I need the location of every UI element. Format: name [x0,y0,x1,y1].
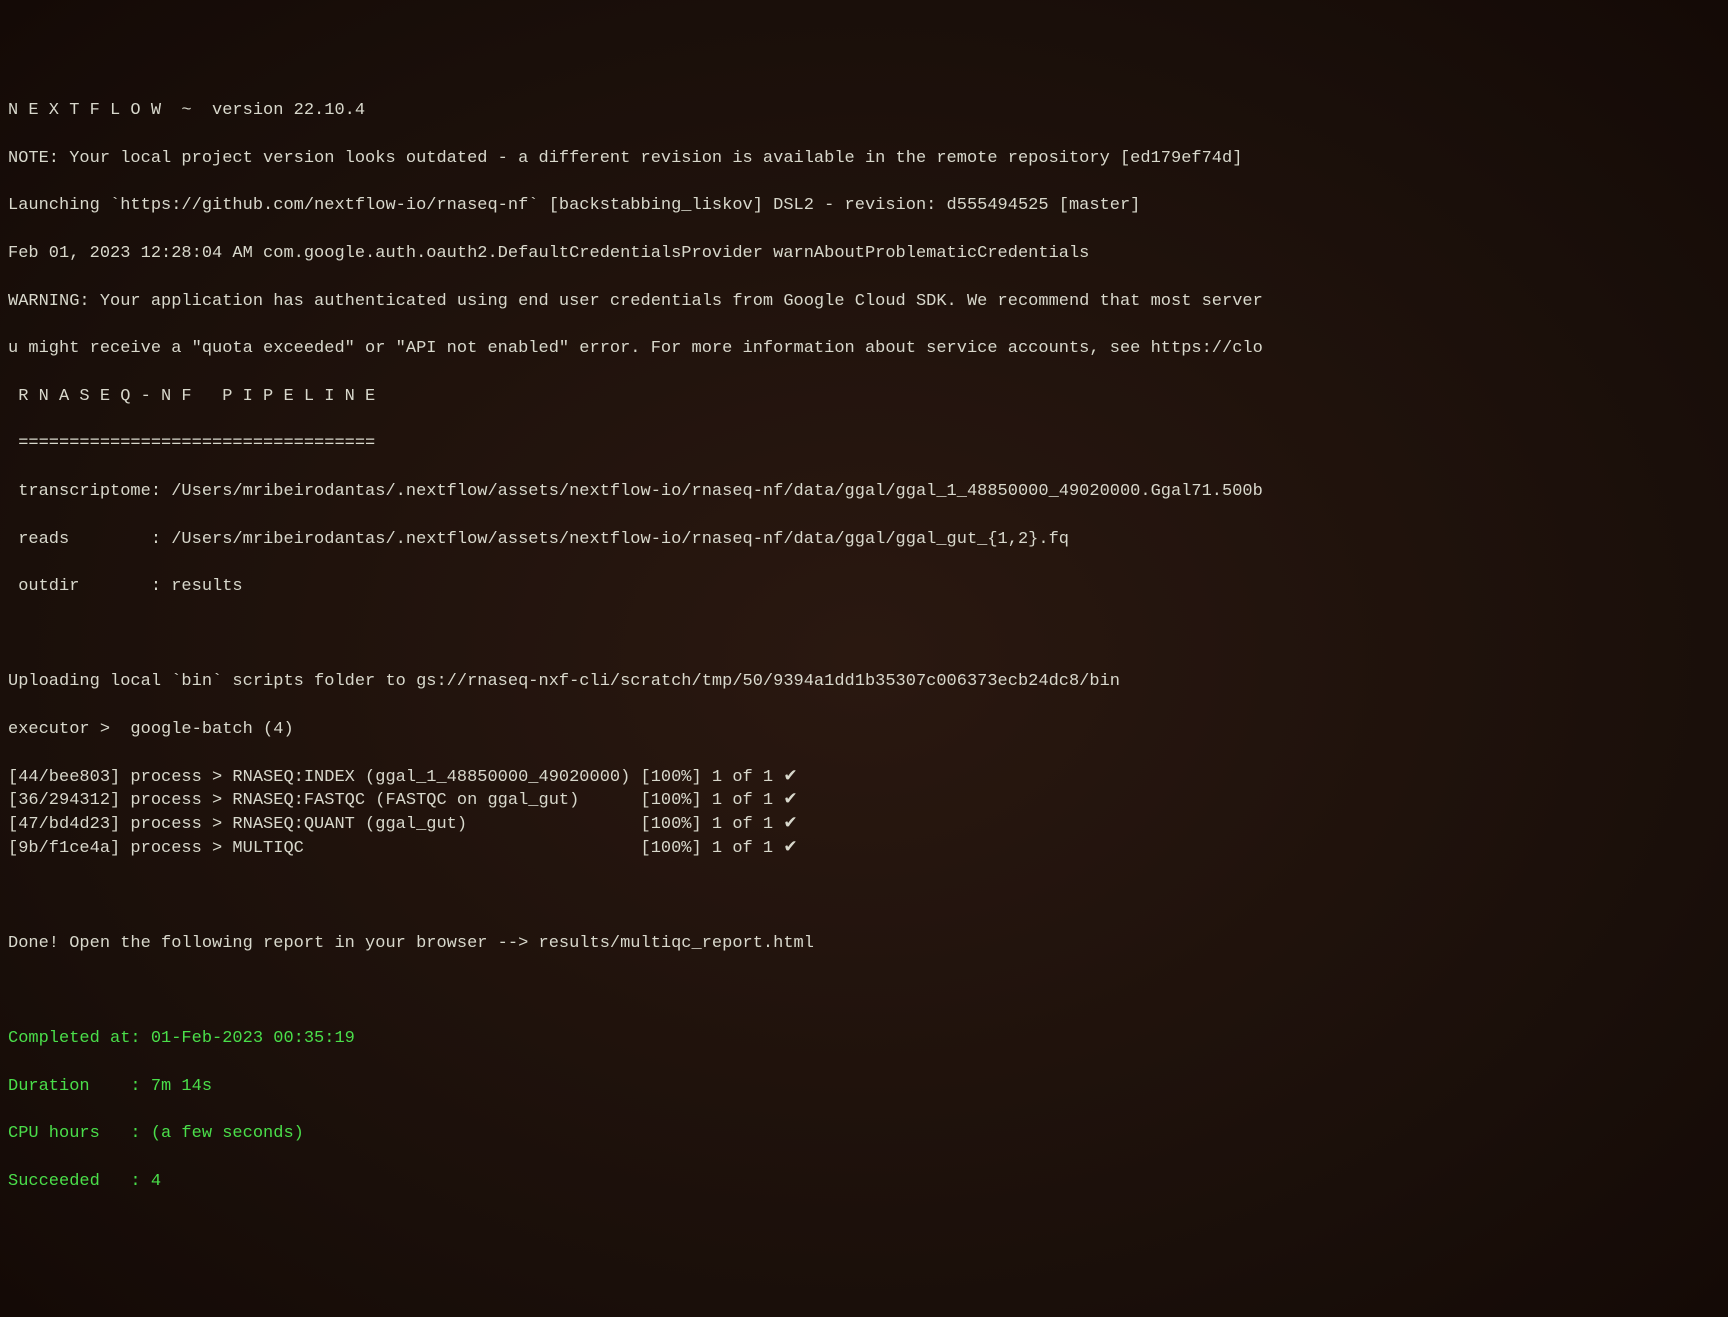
pipeline-divider: =================================== [8,432,1720,456]
transcriptome-path: transcriptome: /Users/mribeirodantas/.ne… [8,480,1720,504]
executor-line: executor > google-batch (4) [8,718,1720,742]
timestamp-line: Feb 01, 2023 12:28:04 AM com.google.auth… [8,242,1720,266]
nextflow-version: N E X T F L O W ~ version 22.10.4 [8,99,1720,123]
succeeded: Succeeded : 4 [8,1170,1720,1194]
outdir-path: outdir : results [8,575,1720,599]
process-row: [47/bd4d23] process > RNASEQ:QUANT (ggal… [8,813,1720,837]
note-line: NOTE: Your local project version looks o… [8,147,1720,171]
pipeline-title: R N A S E Q - N F P I P E L I N E [8,385,1720,409]
completed-at: Completed at: 01-Feb-2023 00:35:19 [8,1027,1720,1051]
warning-line-2: u might receive a "quota exceeded" or "A… [8,337,1720,361]
process-list: [44/bee803] process > RNASEQ:INDEX (ggal… [8,766,1720,861]
upload-line: Uploading local `bin` scripts folder to … [8,670,1720,694]
check-icon: ✔ [783,791,797,810]
warning-line-1: WARNING: Your application has authentica… [8,290,1720,314]
check-icon: ✔ [783,768,797,787]
blank-line-2 [8,884,1720,908]
process-row: [9b/f1ce4a] process > MULTIQC [100%] 1 o… [8,837,1720,861]
duration: Duration : 7m 14s [8,1075,1720,1099]
cpu-hours: CPU hours : (a few seconds) [8,1122,1720,1146]
check-icon: ✔ [783,815,797,834]
check-icon: ✔ [783,839,797,858]
blank-line-3 [8,980,1720,1004]
blank-line [8,623,1720,647]
done-line: Done! Open the following report in your … [8,932,1720,956]
process-row: [44/bee803] process > RNASEQ:INDEX (ggal… [8,766,1720,790]
process-row: [36/294312] process > RNASEQ:FASTQC (FAS… [8,789,1720,813]
launching-line: Launching `https://github.com/nextflow-i… [8,194,1720,218]
reads-path: reads : /Users/mribeirodantas/.nextflow/… [8,528,1720,552]
